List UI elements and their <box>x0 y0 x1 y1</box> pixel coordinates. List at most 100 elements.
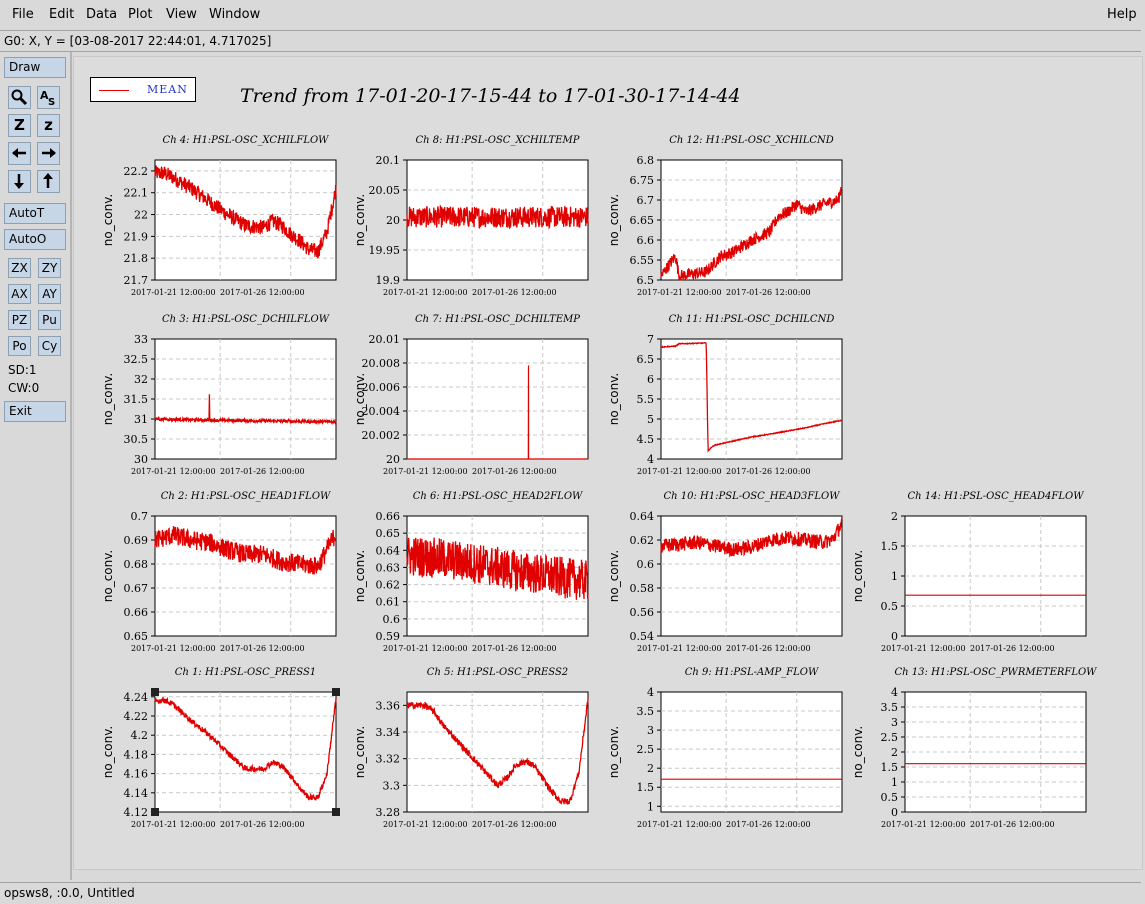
plot-area <box>154 338 337 460</box>
y-tick-label: 2 <box>647 762 654 775</box>
y-tick-label: 22.1 <box>124 187 149 200</box>
y-tick-label: 6.5 <box>637 353 655 366</box>
plot-title: Ch 11: H1:PSL-OSC_DCHILCND <box>669 314 835 325</box>
y-tick-label: 0.62 <box>630 534 655 547</box>
x-tick-label: 2017-01-26 12:00:00 <box>472 644 557 653</box>
y-tick-label: 32.5 <box>124 353 149 366</box>
plot-area <box>406 338 589 460</box>
y-tick-label: 0.66 <box>376 510 401 523</box>
y-axis-label: no_conv. <box>607 550 621 602</box>
status-text: opsws8, :0.0, Untitled <box>4 886 135 900</box>
y-axis-label: no_conv. <box>607 194 621 246</box>
y-tick-label: 20.1 <box>376 154 401 167</box>
plot-14: Ch 13: H1:PSL-OSC_PWRMETERFLOW 0 0.5 1 1.5 2 2… <box>851 667 1097 829</box>
y-tick-label: 32 <box>134 373 148 386</box>
selection-handle <box>151 808 159 816</box>
y-tick-label: 22.2 <box>124 165 149 178</box>
y-tick-label: 20 <box>386 214 400 227</box>
x-tick-label: 2017-01-26 12:00:00 <box>970 820 1055 829</box>
y-tick-label: 0.5 <box>881 791 899 804</box>
y-axis-label: no_conv. <box>101 550 115 602</box>
y-tick-label: 3.28 <box>376 806 401 819</box>
x-tick-label: 2017-01-26 12:00:00 <box>220 820 305 829</box>
plot-area <box>904 691 1087 813</box>
y-axis-label: no_conv. <box>607 373 621 425</box>
y-tick-label: 30 <box>134 453 148 466</box>
y-tick-label: 6.65 <box>630 214 655 227</box>
plot-title: Ch 3: H1:PSL-OSC_DCHILFLOW <box>162 314 330 325</box>
plot-title: Ch 7: H1:PSL-OSC_DCHILTEMP <box>415 314 580 325</box>
y-tick-label: 0 <box>891 806 898 819</box>
y-tick-label: 19.9 <box>376 274 401 287</box>
plot-title: Ch 12: H1:PSL-OSC_XCHILCND <box>669 135 834 146</box>
x-tick-label: 2017-01-26 12:00:00 <box>726 288 811 297</box>
y-tick-label: 21.9 <box>124 230 149 243</box>
y-tick-label: 3.3 <box>383 779 401 792</box>
plot-title: Ch 8: H1:PSL-OSC_XCHILTEMP <box>416 135 580 146</box>
y-tick-label: 0 <box>891 630 898 643</box>
y-tick-label: 0.64 <box>376 544 401 557</box>
x-tick-label: 2017-01-21 12:00:00 <box>131 288 216 297</box>
y-tick-label: 0.63 <box>376 561 401 574</box>
plot-title: Ch 6: H1:PSL-OSC_HEAD2FLOW <box>413 491 583 502</box>
x-tick-label: 2017-01-21 12:00:00 <box>383 288 468 297</box>
x-tick-label: 2017-01-26 12:00:00 <box>726 467 811 476</box>
y-tick-label: 6.8 <box>637 154 655 167</box>
y-tick-label: 6.5 <box>637 274 655 287</box>
y-tick-label: 0.69 <box>124 534 149 547</box>
y-tick-label: 2.5 <box>637 743 655 756</box>
y-axis-label: no_conv. <box>101 373 115 425</box>
y-tick-label: 1.5 <box>881 540 899 553</box>
selection-handle <box>332 688 340 696</box>
y-tick-label: 22 <box>134 209 148 222</box>
x-tick-label: 2017-01-26 12:00:00 <box>220 467 305 476</box>
y-tick-label: 0.61 <box>376 596 401 609</box>
x-tick-label: 2017-01-26 12:00:00 <box>726 644 811 653</box>
plots-svg: Ch 4: H1:PSL-OSC_XCHILFLOW21.721.821.922… <box>101 135 1097 829</box>
y-axis-label: no_conv. <box>851 550 865 602</box>
plot-area <box>904 515 1087 637</box>
y-tick-label: 3.34 <box>376 726 401 739</box>
y-tick-label: 20.05 <box>369 184 401 197</box>
plot-title: Ch 5: H1:PSL-OSC_PRESS2 <box>427 667 568 678</box>
x-tick-label: 2017-01-26 12:00:00 <box>220 288 305 297</box>
y-tick-label: 6.55 <box>630 254 655 267</box>
y-tick-label: 6 <box>647 373 654 386</box>
x-tick-label: 2017-01-26 12:00:00 <box>220 644 305 653</box>
plot-12: Ch 5: H1:PSL-OSC_PRESS2 3.28 3.3 3.32 3.34 3.… <box>353 667 589 829</box>
y-axis-label: no_conv. <box>851 726 865 778</box>
plot-title: Ch 10: H1:PSL-OSC_HEAD3FLOW <box>664 491 841 502</box>
plot-title: Ch 14: H1:PSL-OSC_HEAD4FLOW <box>908 491 1085 502</box>
y-tick-label: 0.58 <box>630 582 655 595</box>
y-tick-label: 0.62 <box>376 579 401 592</box>
plot-3: Ch 12: H1:PSL-OSC_XCHILCND 6.5 6.55 6.6 6.65… <box>607 135 843 297</box>
x-tick-label: 2017-01-21 12:00:00 <box>383 467 468 476</box>
y-tick-label: 3.5 <box>637 705 655 718</box>
y-tick-label: 1.5 <box>637 781 655 794</box>
x-tick-label: 2017-01-21 12:00:00 <box>131 644 216 653</box>
y-tick-label: 0.6 <box>637 558 655 571</box>
y-tick-label: 0.67 <box>124 582 149 595</box>
y-tick-label: 3.36 <box>376 699 401 712</box>
x-tick-label: 2017-01-21 12:00:00 <box>881 820 966 829</box>
y-tick-label: 4.5 <box>637 433 655 446</box>
x-tick-label: 2017-01-26 12:00:00 <box>472 820 557 829</box>
x-tick-label: 2017-01-21 12:00:00 <box>383 644 468 653</box>
plot-5: Ch 7: H1:PSL-OSC_DCHILTEMP 20 20.002 20.004… <box>353 314 589 476</box>
y-axis-label: no_conv. <box>101 194 115 246</box>
plot-1: Ch 4: H1:PSL-OSC_XCHILFLOW 21.7 21.8 21.9 22… <box>101 135 337 297</box>
y-tick-label: 5 <box>647 413 654 426</box>
x-tick-label: 2017-01-26 12:00:00 <box>472 288 557 297</box>
y-axis-label: no_conv. <box>353 550 367 602</box>
x-tick-label: 2017-01-21 12:00:00 <box>637 288 722 297</box>
plot-13: Ch 9: H1:PSL-AMP_FLOW 1 1.5 2 2.5 3 3.5 4 2017-0… <box>607 667 843 829</box>
y-axis-label: no_conv. <box>353 726 367 778</box>
y-tick-label: 3.32 <box>376 753 401 766</box>
y-tick-label: 30.5 <box>124 433 149 446</box>
y-tick-label: 20.01 <box>369 333 401 346</box>
x-tick-label: 2017-01-21 12:00:00 <box>383 820 468 829</box>
y-tick-label: 6.6 <box>637 234 655 247</box>
y-tick-label: 1 <box>647 800 654 813</box>
selection-handle <box>151 688 159 696</box>
y-tick-label: 20.004 <box>362 405 401 418</box>
